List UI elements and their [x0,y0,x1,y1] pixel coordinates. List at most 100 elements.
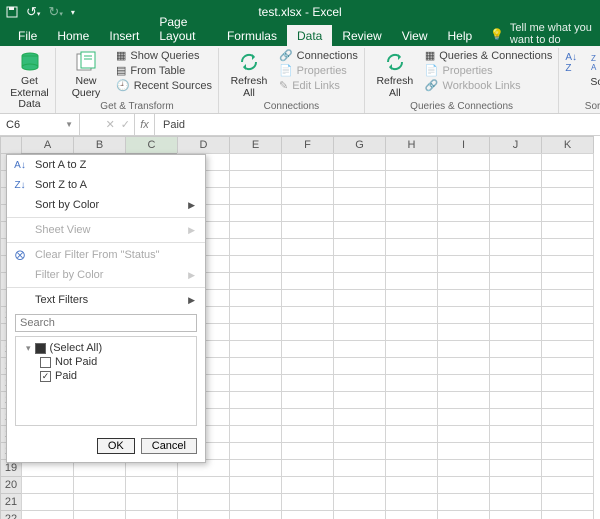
tab-page-layout[interactable]: Page Layout [149,11,217,46]
ok-button[interactable]: OK [97,438,135,454]
cell[interactable] [541,153,594,171]
cell[interactable] [229,408,282,426]
col-header-a[interactable]: A [21,136,74,154]
cell[interactable] [437,238,490,256]
cell[interactable] [281,187,334,205]
cell[interactable] [489,221,542,239]
cell[interactable] [385,340,438,358]
cell[interactable] [281,255,334,273]
cell[interactable] [541,442,594,460]
cell[interactable] [281,340,334,358]
cell[interactable] [437,493,490,511]
cell[interactable] [281,170,334,188]
tab-help[interactable]: Help [438,25,483,46]
cell[interactable] [489,476,542,494]
tab-file[interactable]: File [8,25,47,46]
fx-icon[interactable]: fx [135,114,155,135]
cell[interactable] [229,238,282,256]
cell[interactable] [21,510,74,519]
show-queries-button[interactable]: ▦Show Queries [116,48,212,63]
filter-search-input[interactable] [15,314,197,332]
cell[interactable] [489,340,542,358]
cell[interactable] [437,357,490,375]
filter-item-paid[interactable]: ✓ Paid [18,369,194,383]
cell[interactable] [437,306,490,324]
cell[interactable] [281,238,334,256]
cell[interactable] [489,272,542,290]
cell[interactable] [385,306,438,324]
cell[interactable] [229,476,282,494]
name-box[interactable]: C6▼ [0,114,80,135]
col-header-j[interactable]: J [489,136,542,154]
cell[interactable] [333,357,386,375]
tab-view[interactable]: View [392,25,438,46]
cell[interactable] [333,374,386,392]
refresh-all-1-button[interactable]: Refresh All [225,48,273,99]
cell[interactable] [385,476,438,494]
cell[interactable] [333,425,386,443]
connections-button[interactable]: 🔗Connections [279,48,358,63]
cell[interactable] [281,357,334,375]
row-header[interactable]: 21 [0,493,22,511]
cell[interactable] [385,391,438,409]
cell[interactable] [281,459,334,477]
cell[interactable] [541,357,594,375]
cell[interactable] [385,187,438,205]
cell[interactable] [385,442,438,460]
tell-me[interactable]: 💡 Tell me what you want to do [490,22,600,46]
cell[interactable] [541,306,594,324]
cell[interactable] [333,238,386,256]
cell[interactable] [281,391,334,409]
cell[interactable] [541,204,594,222]
cell[interactable] [489,289,542,307]
cell[interactable] [333,493,386,511]
cell[interactable] [541,391,594,409]
cell[interactable] [385,170,438,188]
cell[interactable] [229,170,282,188]
cancel-button[interactable]: Cancel [141,438,197,454]
cell[interactable] [437,510,490,519]
cell[interactable] [489,408,542,426]
checkbox-unchecked-icon[interactable] [40,357,51,368]
row-header[interactable]: 20 [0,476,22,494]
qat-customize-icon[interactable]: ▾ [71,8,75,17]
cell[interactable] [385,238,438,256]
cell[interactable] [229,442,282,460]
chevron-down-icon[interactable]: ▼ [65,120,73,129]
cell[interactable] [437,255,490,273]
cell[interactable] [333,510,386,519]
cell[interactable] [281,374,334,392]
cell[interactable] [229,204,282,222]
cell[interactable] [125,476,178,494]
cell[interactable] [229,221,282,239]
cell[interactable] [541,221,594,239]
cell[interactable] [385,323,438,341]
cell[interactable] [333,476,386,494]
cell[interactable] [541,476,594,494]
cell[interactable] [281,221,334,239]
cell[interactable] [229,153,282,171]
cell[interactable] [333,306,386,324]
cell[interactable] [281,323,334,341]
cell[interactable] [385,255,438,273]
col-header-i[interactable]: I [437,136,490,154]
cell[interactable] [281,289,334,307]
cell[interactable] [437,289,490,307]
cell[interactable] [489,425,542,443]
cell[interactable] [489,510,542,519]
col-header-e[interactable]: E [229,136,282,154]
cell[interactable] [437,170,490,188]
cell[interactable] [229,306,282,324]
cell[interactable] [437,459,490,477]
new-query-button[interactable]: New Query [62,48,110,99]
refresh-all-2-button[interactable]: Refresh All [371,48,419,99]
cell[interactable] [489,187,542,205]
cell[interactable] [541,187,594,205]
cell[interactable] [489,442,542,460]
sort-a-to-z[interactable]: A↓Sort A to Z [7,155,205,175]
cell[interactable] [73,510,126,519]
cell[interactable] [229,374,282,392]
sort-asc-icon[interactable]: A↓Z [565,52,577,74]
cell[interactable] [229,391,282,409]
checkbox-mixed-icon[interactable]: ■ [35,343,46,354]
